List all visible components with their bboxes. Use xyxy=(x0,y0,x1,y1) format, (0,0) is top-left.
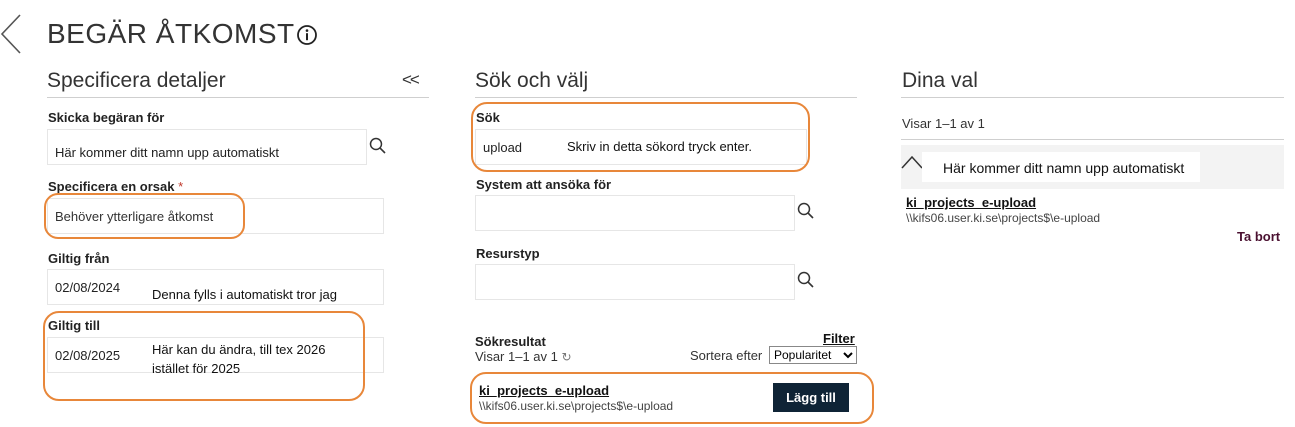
chevron-up-icon[interactable] xyxy=(901,155,923,174)
page-title: BEGÄR ÅTKOMST xyxy=(47,18,295,49)
resource-type-search-button[interactable] xyxy=(796,270,816,290)
request-for-field[interactable]: Här kommer ditt namn upp automatiskt xyxy=(47,129,367,165)
sort-select[interactable]: Popularitet xyxy=(769,346,857,364)
results-count-text: Visar 1–1 av 1 xyxy=(475,349,558,364)
choice-path: \\kifs06.user.ki.se\projects$\e-upload xyxy=(906,211,1101,225)
search-icon xyxy=(369,137,386,154)
choices-count: Visar 1–1 av 1 xyxy=(902,116,985,131)
valid-from-note: Denna fylls i automatiskt tror jag xyxy=(152,287,337,302)
back-arrow-icon xyxy=(0,14,21,54)
info-icon[interactable] xyxy=(296,24,318,46)
request-for-label: Skicka begäran för xyxy=(48,110,165,125)
back-button[interactable] xyxy=(0,14,24,54)
reason-label-text: Specificera en orsak xyxy=(48,179,175,194)
filter-link[interactable]: Filter xyxy=(823,331,855,346)
required-marker: * xyxy=(178,179,184,194)
details-title: Specificera detaljer xyxy=(47,69,226,92)
collapse-button[interactable]: << xyxy=(402,70,420,90)
choices-title: Dina val xyxy=(902,69,978,92)
request-for-search-button[interactable] xyxy=(368,136,388,156)
resource-type-field[interactable] xyxy=(475,264,795,300)
search-icon xyxy=(797,202,814,219)
remove-button[interactable]: Ta bort xyxy=(1237,229,1280,244)
details-divider xyxy=(47,97,429,98)
annotation-reason xyxy=(44,193,245,239)
resource-type-label: Resurstyp xyxy=(476,246,540,261)
system-search-button[interactable] xyxy=(796,201,816,221)
annotation-search xyxy=(471,102,810,172)
choice-name-link[interactable]: ki_projects_e-upload xyxy=(906,195,1036,210)
choices-divider xyxy=(901,97,1284,98)
sort-label: Sortera efter xyxy=(690,348,763,363)
system-label: System att ansöka för xyxy=(476,177,612,192)
refresh-icon[interactable]: ↻ xyxy=(562,350,572,364)
search-icon xyxy=(797,271,814,288)
results-count: Visar 1–1 av 1 ↻ xyxy=(475,349,572,364)
results-label: Sökresultat xyxy=(475,334,546,349)
system-field[interactable] xyxy=(475,195,795,231)
search-title: Sök och välj xyxy=(475,69,589,92)
annotation-result xyxy=(470,372,874,424)
choices-count-divider xyxy=(901,139,1284,140)
valid-from-label: Giltig från xyxy=(48,251,110,266)
search-divider xyxy=(475,97,857,98)
annotation-valid-to xyxy=(43,311,365,401)
user-name: Här kommer ditt namn upp automatiskt xyxy=(943,160,1185,176)
